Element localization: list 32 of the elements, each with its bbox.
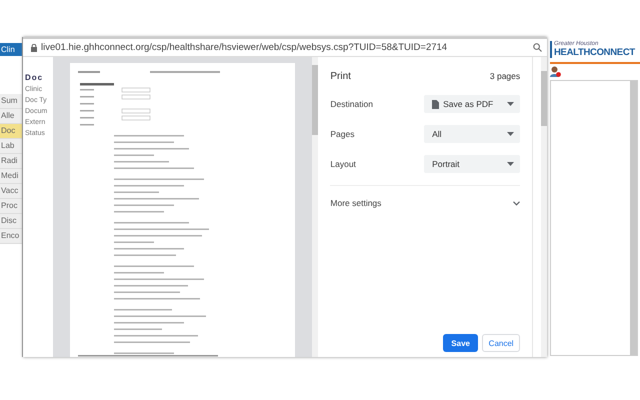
nav-item[interactable]: Vacc (0, 184, 22, 199)
nav-item[interactable]: Doc (0, 124, 22, 139)
more-settings-toggle[interactable]: More settings (330, 194, 520, 212)
dialog-title: Print (330, 70, 351, 82)
nav-item[interactable]: Alle (0, 109, 22, 124)
header-tab[interactable]: Clin (0, 43, 22, 56)
nav-item[interactable]: Disc (0, 214, 22, 229)
setting-label: Pages (330, 129, 354, 139)
dropdown-arrow-icon (507, 132, 514, 136)
setting-dropdown[interactable]: All (424, 125, 520, 143)
dialog-button[interactable]: Cancel (482, 334, 520, 352)
section-heading: Doc (25, 73, 44, 82)
nav-item[interactable]: Proc (0, 199, 22, 214)
setting-dropdown[interactable]: Save as PDF (424, 95, 520, 113)
url-text[interactable]: live01.hie.ghhconnect.org/csp/healthshare/hsviewer/web/csp/websys.csp?TUID=58&TUID=2714 (41, 42, 529, 53)
nav-item[interactable]: Lab (0, 139, 22, 154)
nav-item[interactable]: Radi (0, 154, 22, 169)
dialog-button[interactable]: Save (443, 334, 478, 352)
logo-text: HEALTHCONNECT (554, 47, 636, 58)
lock-icon (31, 44, 37, 52)
dropdown-arrow-icon (507, 102, 514, 106)
file-icon (432, 100, 440, 108)
user-icon[interactable] (550, 66, 561, 76)
setting-label: Layout (330, 159, 356, 169)
nav-item[interactable]: Sum (0, 94, 22, 109)
nav-item[interactable]: Medi (0, 169, 22, 184)
zoom-icon[interactable] (533, 43, 542, 52)
page-count: 3 pages (490, 71, 520, 81)
setting-dropdown[interactable]: Portrait (424, 155, 520, 173)
dropdown-arrow-icon (507, 162, 514, 166)
setting-label: Destination (330, 99, 373, 109)
nav-item[interactable]: Enco (0, 229, 22, 244)
